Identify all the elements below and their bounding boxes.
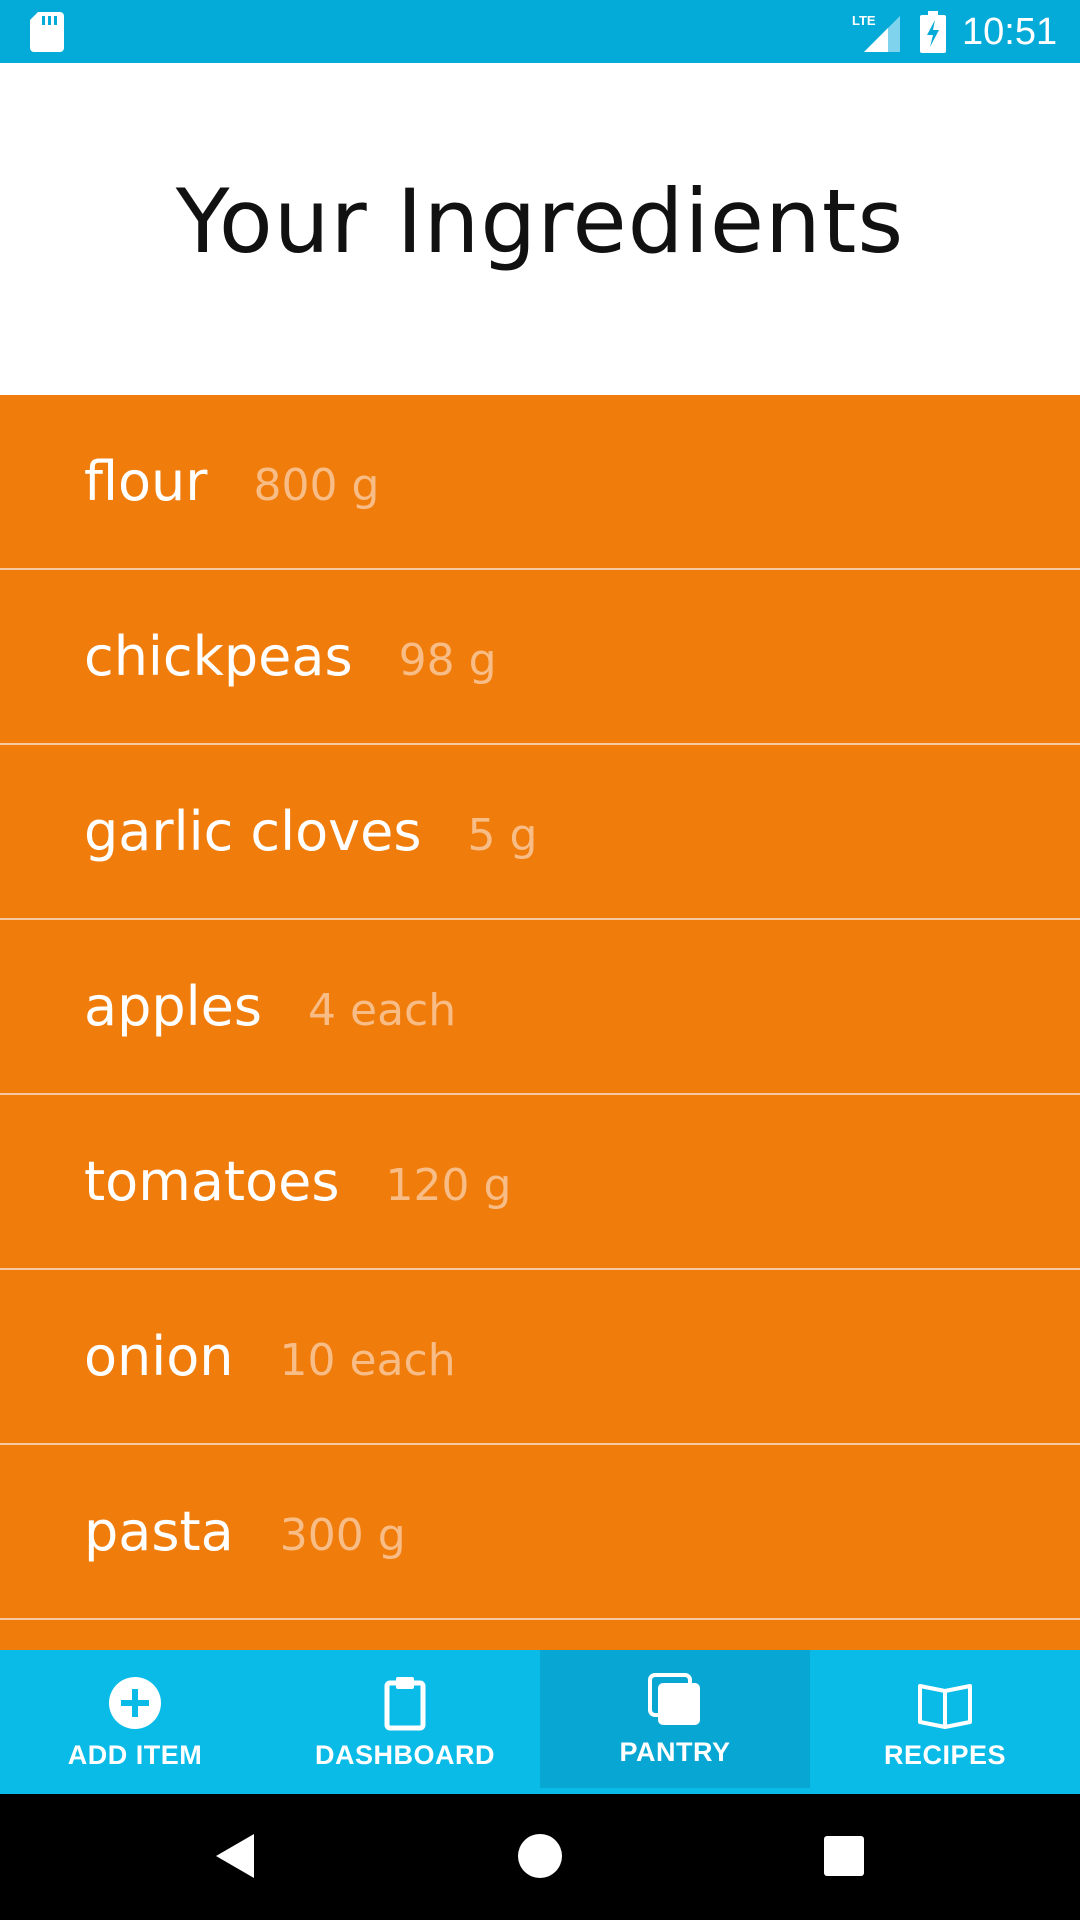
page-title: Your Ingredients [175, 169, 905, 273]
home-icon[interactable] [508, 1824, 572, 1888]
nav-add-item[interactable]: ADD ITEM [0, 1650, 270, 1794]
svg-text:LTE: LTE [852, 13, 876, 28]
list-item[interactable]: pasta 300 g [0, 1445, 1080, 1620]
nav-dashboard-label: DASHBOARD [315, 1739, 495, 1770]
nav-pantry-label: PANTRY [619, 1736, 731, 1767]
ingredient-quantity: 10 each [279, 1335, 456, 1386]
ingredient-name: chickpeas [84, 625, 353, 688]
list-item[interactable]: apples 4 each [0, 920, 1080, 1095]
list-item-partial[interactable] [0, 1620, 1080, 1650]
status-time: 10:51 [962, 11, 1058, 53]
status-bar: LTE 10:51 [0, 0, 1080, 63]
sd-card-icon [30, 12, 64, 52]
ingredient-name: onion [84, 1325, 234, 1388]
list-item[interactable]: onion 10 each [0, 1270, 1080, 1445]
ingredient-quantity: 300 g [279, 1510, 406, 1561]
battery-charging-icon [920, 11, 946, 53]
add-circle-icon [109, 1676, 161, 1729]
ingredient-name: tomatoes [84, 1150, 340, 1213]
nav-dashboard[interactable]: DASHBOARD [270, 1650, 540, 1794]
lte-signal-icon: LTE [852, 13, 900, 52]
list-item[interactable]: garlic cloves 5 g [0, 745, 1080, 920]
ingredient-name: garlic cloves [84, 800, 422, 863]
ingredient-quantity: 120 g [385, 1160, 512, 1211]
ingredient-quantity: 98 g [398, 635, 497, 686]
ingredient-quantity: 800 g [253, 460, 380, 511]
page-header: Your Ingredients [0, 63, 1080, 395]
ingredient-name: apples [84, 975, 263, 1038]
ingredient-name: pasta [84, 1500, 234, 1563]
list-item[interactable]: chickpeas 98 g [0, 570, 1080, 745]
recents-icon[interactable] [812, 1824, 876, 1888]
ingredient-quantity: 5 g [467, 810, 538, 861]
nav-add-item-label: ADD ITEM [67, 1739, 203, 1770]
open-book-icon [918, 1683, 972, 1729]
ingredient-list[interactable]: flour 800 g chickpeas 98 g garlic cloves… [0, 395, 1080, 1650]
back-icon[interactable] [204, 1824, 268, 1888]
nav-recipes-label: RECIPES [883, 1739, 1007, 1770]
nav-pantry[interactable]: PANTRY [540, 1650, 810, 1788]
bottom-navigation: ADD ITEM DASHBOARD PANTRY RECIPES [0, 1650, 1080, 1794]
ingredient-name: flour [84, 450, 208, 513]
stacked-squares-icon [648, 1672, 700, 1725]
system-navigation-bar [0, 1794, 1080, 1920]
list-item[interactable]: flour 800 g [0, 395, 1080, 570]
list-item[interactable]: tomatoes 120 g [0, 1095, 1080, 1270]
nav-recipes[interactable]: RECIPES [810, 1650, 1080, 1794]
ingredient-quantity: 4 each [308, 985, 457, 1036]
clipboard-icon [384, 1676, 426, 1730]
